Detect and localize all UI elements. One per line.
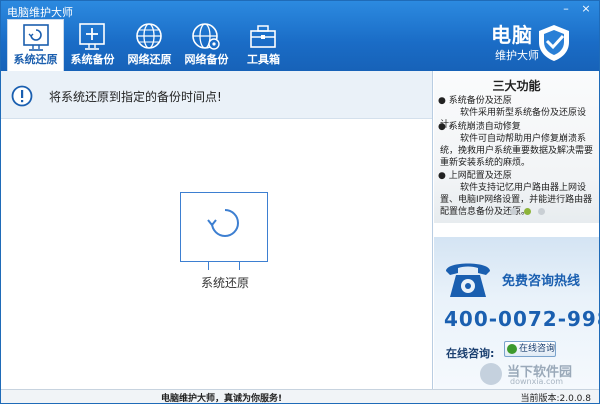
shield-logo-icon — [539, 25, 569, 61]
header-bar: 电脑维护大师 – × 系统还原 系统备份 网络还原 网络备份 工具箱 电脑 维护… — [1, 1, 599, 71]
features-panel: 三大功能 ● 系统备份及还原 软件采用新型系统备份及还原设计。 ● 系统崩溃自动… — [434, 71, 599, 223]
tab-label: 网络备份 — [184, 53, 229, 66]
slider-dot-active[interactable] — [524, 208, 531, 215]
notice-text: 将系统还原到指定的备份时间点! — [49, 90, 222, 104]
hotline-panel: 免费咨询热线 400-0072-998 在线咨询: 在线咨询 当下软件园 dow… — [434, 237, 599, 389]
minimize-button[interactable]: – — [557, 2, 575, 16]
restore-arrow-icon — [207, 209, 239, 237]
tab-system-restore[interactable]: 系统还原 — [7, 19, 64, 71]
window-title: 电脑维护大师 — [7, 6, 73, 19]
main-panel: 将系统还原到指定的备份时间点! 系统还原 — [1, 71, 433, 389]
telephone-icon — [446, 263, 490, 297]
slider-dot[interactable] — [538, 208, 545, 215]
tab-network-backup[interactable]: 网络备份 — [178, 19, 235, 71]
tab-label: 系统备份 — [70, 53, 115, 66]
main-toolbar: 系统还原 系统备份 网络还原 网络备份 工具箱 — [7, 19, 292, 71]
slider-dots — [510, 208, 545, 215]
monitor-stand — [208, 262, 240, 270]
slider-dot[interactable] — [510, 208, 517, 215]
feature-body: 软件可自动帮助用户修复崩溃系统，挽救用户系统重要数据及解决需要重新安装系统的麻烦… — [440, 134, 594, 168]
notice-bar: 将系统还原到指定的备份时间点! — [1, 71, 432, 119]
tab-toolbox[interactable]: 工具箱 — [235, 19, 292, 71]
chat-icon — [507, 344, 517, 354]
network-restore-icon — [136, 23, 162, 49]
app-window: 电脑维护大师 – × 系统还原 系统备份 网络还原 网络备份 工具箱 电脑 维护… — [0, 0, 600, 404]
window-controls: – × — [557, 2, 595, 16]
feature-head-text: 系统备份及还原 — [448, 96, 512, 106]
status-bar: 电脑维护大师，真诚为你服务! 当前版本:2.0.0.8 — [1, 389, 599, 403]
download-arrow-icon — [480, 363, 502, 385]
feature-head-text: 系统崩溃自动修复 — [448, 122, 521, 132]
feature-head: ● 上网配置及还原 — [438, 171, 512, 181]
tab-label: 网络还原 — [127, 53, 172, 66]
system-backup-icon — [79, 23, 105, 50]
system-restore-button[interactable] — [180, 192, 268, 262]
hotline-title: 免费咨询热线 — [502, 274, 581, 289]
brand-subtitle: 维护大师 — [495, 49, 539, 62]
toolbox-icon — [250, 25, 276, 48]
restore-label: 系统还原 — [200, 276, 249, 290]
system-restore-icon — [23, 24, 49, 51]
feature-head: ● 系统崩溃自动修复 — [438, 122, 521, 132]
feature-head-text: 上网配置及还原 — [448, 171, 512, 181]
sidebar: 三大功能 ● 系统备份及还原 软件采用新型系统备份及还原设计。 ● 系统崩溃自动… — [434, 71, 599, 389]
feature-item: ● 系统崩溃自动修复 软件可自动帮助用户修复崩溃系统，挽救用户系统重要数据及解决… — [438, 121, 596, 169]
online-consult-button-label: 在线咨询 — [519, 344, 556, 354]
tab-network-restore[interactable]: 网络还原 — [121, 19, 178, 71]
hotline-number: 400-0072-998 — [444, 307, 600, 331]
tab-system-backup[interactable]: 系统备份 — [64, 19, 121, 71]
tab-label: 工具箱 — [247, 53, 280, 66]
feature-head: ● 系统备份及还原 — [438, 96, 512, 106]
watermark-url: downxia.com — [510, 377, 564, 386]
brand-name: 电脑 — [491, 23, 533, 47]
features-title: 三大功能 — [492, 79, 541, 93]
online-consult-label: 在线咨询: — [446, 347, 495, 360]
tab-label: 系统还原 — [13, 53, 58, 66]
info-exclamation-icon — [11, 85, 33, 107]
version-text: 当前版本:2.0.0.8 — [520, 394, 591, 404]
status-text: 电脑维护大师，真诚为你服务! — [161, 394, 283, 404]
network-backup-icon — [192, 23, 220, 50]
watermark: 当下软件园 downxia.com — [480, 361, 596, 387]
online-consult-button[interactable]: 在线咨询 — [504, 341, 556, 357]
close-button[interactable]: × — [577, 2, 595, 16]
